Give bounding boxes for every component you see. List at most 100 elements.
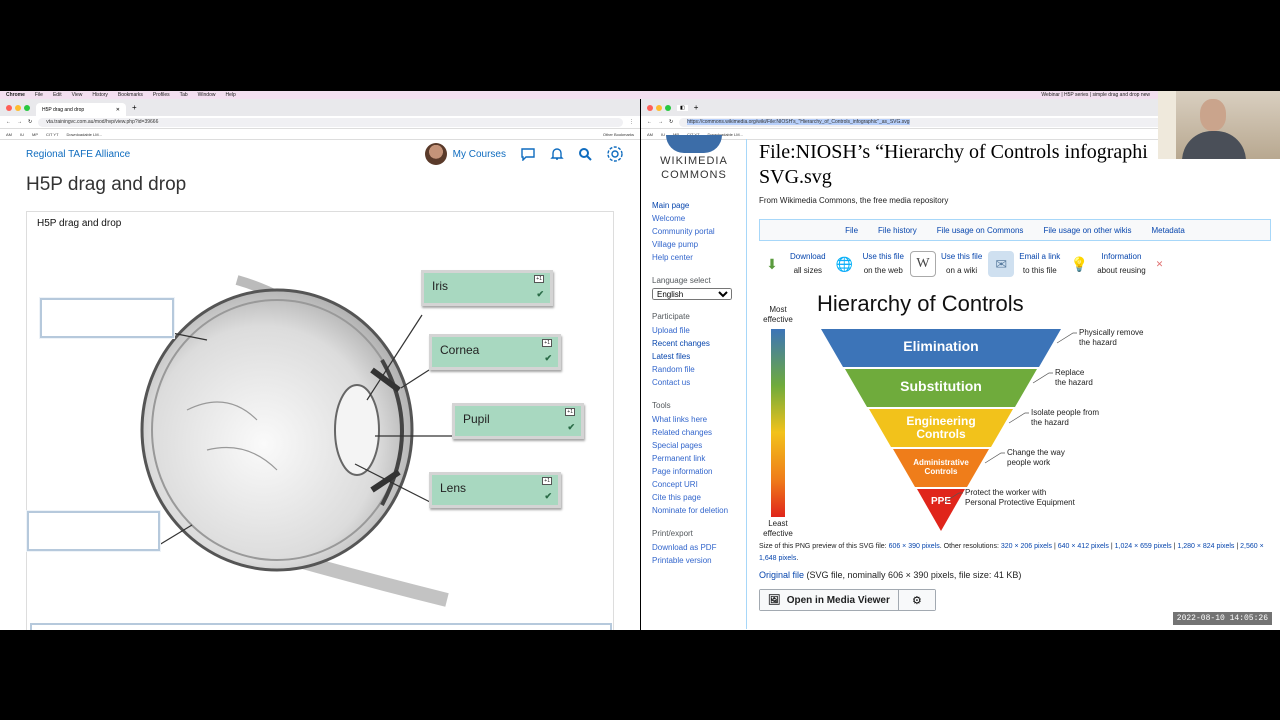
tool-related-changes[interactable]: Related changes — [652, 426, 747, 439]
bookmark-other[interactable]: Other Bookmarks — [603, 132, 634, 137]
menu-tab[interactable]: Tab — [180, 92, 188, 98]
language-select[interactable]: English — [652, 288, 732, 300]
res-link[interactable]: 640 × 412 pixels — [1058, 543, 1109, 550]
menu-view[interactable]: View — [72, 92, 83, 98]
action-label: Use this file — [940, 252, 983, 261]
information-action[interactable]: 💡 Information about reusing — [1066, 250, 1145, 278]
pyramid-note: Protect the worker with — [965, 488, 1046, 497]
download-action[interactable]: ⬇ Download all sizes — [759, 250, 825, 278]
nav-upload-file[interactable]: Upload file — [652, 324, 747, 337]
wiki-content: File:NIOSH’s “Hierarchy of Controls info… — [746, 139, 1280, 629]
drag-item-lens[interactable]: Lens +1 ✔ — [429, 472, 561, 508]
new-tab-icon[interactable]: + — [132, 103, 137, 112]
reload-icon[interactable]: ↻ — [28, 119, 32, 125]
avatar[interactable] — [424, 143, 447, 165]
menu-chrome[interactable]: Chrome — [6, 92, 25, 98]
res-link[interactable]: 1,024 × 659 pixels — [1115, 543, 1172, 550]
menu-file[interactable]: File — [35, 92, 43, 98]
original-file-line: Original file (SVG file, nominally 606 ×… — [759, 570, 1021, 580]
menu-profiles[interactable]: Profiles — [153, 92, 170, 98]
my-courses-link[interactable]: My Courses — [424, 143, 506, 165]
pyramid-leader-line — [1008, 412, 1029, 424]
media-viewer-settings-button[interactable]: ⚙ — [898, 590, 935, 610]
empty-dropzone-top[interactable] — [40, 298, 174, 338]
use-on-wiki-action[interactable]: W Use this file on a wiki — [909, 250, 983, 278]
search-icon[interactable] — [578, 147, 592, 161]
tab-usage-other-wikis[interactable]: File usage on other wikis — [1043, 226, 1131, 235]
wikimedia-commons-logo[interactable]: WIKIMEDIA COMMONS — [649, 135, 739, 181]
window-controls[interactable] — [647, 104, 671, 111]
notifications-icon[interactable] — [550, 147, 564, 161]
nav-help-center[interactable]: Help center — [652, 251, 747, 264]
empty-dropzone-bottom[interactable] — [27, 511, 160, 551]
tool-concept-uri[interactable]: Concept URI — [652, 478, 747, 491]
settings-icon[interactable] — [606, 145, 624, 163]
globe-icon: 🌐 — [835, 256, 854, 272]
close-tab-icon[interactable]: ✕ — [116, 107, 120, 113]
print-heading: Print/export — [652, 529, 693, 538]
left-address-bar[interactable]: vta.trainingvc.com.au/mod/hvp/view.php?i… — [38, 117, 623, 127]
res-main-link[interactable]: 606 × 390 pixels — [889, 543, 940, 550]
tool-permanent-link[interactable]: Permanent link — [652, 452, 747, 465]
nav-random-file[interactable]: Random file — [652, 363, 747, 376]
print-printable-version[interactable]: Printable version — [652, 554, 747, 567]
bookmark[interactable]: MP — [32, 132, 38, 137]
res-link[interactable]: 1,280 × 824 pixels — [1177, 543, 1234, 550]
email-link-action[interactable]: ✉ Email a link to this file — [988, 250, 1060, 278]
nav-contact-us[interactable]: Contact us — [652, 376, 747, 389]
original-file-link[interactable]: Original file — [759, 570, 804, 580]
hierarchy-figure[interactable]: Hierarchy of Controls Most effective Lea… — [757, 289, 1227, 539]
open-media-viewer-button[interactable]: 🖼 Open in Media Viewer — [760, 590, 899, 610]
action-sublabel: on the web — [863, 266, 903, 275]
tool-cite-this-page[interactable]: Cite this page — [652, 491, 747, 504]
tool-what-links-here[interactable]: What links here — [652, 413, 747, 426]
bookmark[interactable]: IU — [20, 132, 24, 137]
bookmark[interactable]: Downloadable LM... — [67, 132, 102, 137]
nav-main-page[interactable]: Main page — [652, 199, 747, 212]
nav-latest-files[interactable]: Latest files — [652, 350, 747, 363]
menu-bookmarks[interactable]: Bookmarks — [118, 92, 143, 98]
webcam-background — [1158, 91, 1176, 159]
commons-logo-icon — [666, 135, 722, 153]
nav-village-pump[interactable]: Village pump — [652, 238, 747, 251]
tab-file-history[interactable]: File history — [878, 226, 917, 235]
nav-community-portal[interactable]: Community portal — [652, 225, 747, 238]
back-icon[interactable]: ← — [647, 119, 652, 125]
bookmark[interactable]: CIT YT — [46, 132, 59, 137]
use-on-web-action[interactable]: 🌐 Use this file on the web — [832, 250, 904, 278]
close-icon[interactable]: ✕ — [1156, 259, 1164, 270]
site-name[interactable]: Regional TAFE Alliance — [26, 149, 130, 160]
webcam-person-body — [1182, 131, 1246, 159]
tool-special-pages[interactable]: Special pages — [652, 439, 747, 452]
left-tab-title: H5P drag and drop — [42, 106, 85, 113]
extensions-icon[interactable]: ⋮ — [629, 119, 634, 125]
forward-icon[interactable]: → — [17, 119, 22, 125]
tool-nominate-deletion[interactable]: Nominate for deletion — [652, 504, 747, 517]
menu-help[interactable]: Help — [225, 92, 235, 98]
nav-recent-changes[interactable]: Recent changes — [652, 337, 747, 350]
window-controls[interactable] — [6, 104, 30, 111]
effectiveness-gradient-bar — [771, 329, 785, 517]
print-download-pdf[interactable]: Download as PDF — [652, 541, 747, 554]
tab-file[interactable]: File — [845, 226, 858, 235]
drag-item-iris[interactable]: Iris +1 ✔ — [421, 270, 553, 306]
left-url-text: vta.trainingvc.com.au/mod/hvp/view.php?i… — [46, 119, 159, 125]
tab-metadata[interactable]: Metadata — [1151, 226, 1184, 235]
menu-edit[interactable]: Edit — [53, 92, 62, 98]
tab-usage-commons[interactable]: File usage on Commons — [937, 226, 1024, 235]
menu-window[interactable]: Window — [198, 92, 216, 98]
menu-history[interactable]: History — [92, 92, 108, 98]
left-active-tab[interactable]: H5P drag and drop ✕ — [36, 103, 126, 116]
bookmark[interactable]: AM — [6, 132, 12, 137]
back-icon[interactable]: ← — [6, 119, 11, 125]
tab-icon[interactable]: ◧ — [677, 104, 688, 111]
messages-icon[interactable] — [520, 147, 536, 161]
nav-welcome[interactable]: Welcome — [652, 212, 747, 225]
reload-icon[interactable]: ↻ — [669, 119, 673, 125]
tool-page-information[interactable]: Page information — [652, 465, 747, 478]
new-tab-icon[interactable]: + — [694, 103, 699, 112]
drag-item-cornea[interactable]: Cornea +1 ✔ — [429, 334, 561, 370]
res-link[interactable]: 320 × 206 pixels — [1001, 543, 1052, 550]
drag-item-pupil[interactable]: Pupil +1 ✔ — [452, 403, 584, 439]
forward-icon[interactable]: → — [658, 119, 663, 125]
